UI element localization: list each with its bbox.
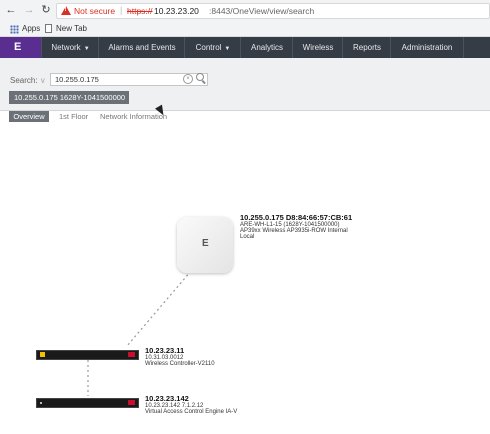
port-indicator-icon: [128, 400, 135, 405]
access-control-device[interactable]: [36, 398, 139, 408]
status-led-icon: [40, 402, 42, 404]
access-control-title[interactable]: 10.23.23.142: [145, 394, 237, 403]
port-indicator-icon: [128, 352, 135, 357]
ap-title[interactable]: 10.255.0.175 D8:84:66:57:CB:61: [240, 213, 352, 222]
access-control-line-2: Virtual Access Control Engine IA-V: [145, 409, 238, 415]
access-point-device[interactable]: E: [177, 217, 233, 273]
access-control-info: 10.23.23.142 10.23.23.142 7.1.2.12 Virtu…: [145, 394, 237, 415]
ap-logo: E: [202, 238, 209, 249]
controller-line-2: Wireless Controller-V2110: [145, 361, 215, 367]
ap-line-3: Local: [240, 234, 255, 240]
ap-info: 10.255.0.175 D8:84:66:57:CB:61 ARE-WH-L1…: [240, 213, 352, 240]
status-led-icon: [40, 352, 45, 357]
link-ap-controller: [126, 270, 192, 347]
ap-line-2: AP39xx Wireless AP3935i-ROW Internal: [240, 228, 348, 234]
controller-info: 10.23.23.11 10.31.03.0012 Wireless Contr…: [145, 346, 215, 367]
controller-device[interactable]: [36, 350, 139, 360]
controller-title[interactable]: 10.23.23.11: [145, 346, 215, 355]
